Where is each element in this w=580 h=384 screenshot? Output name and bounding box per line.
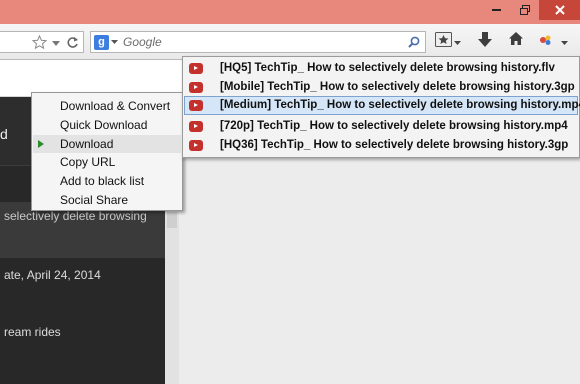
history-dropdown-icon[interactable] [52,41,60,46]
download-icon[interactable] [478,32,492,48]
extension-dropdown-icon[interactable] [561,41,568,45]
video-format-label: [Mobile] TechTip_ How to selectively del… [220,81,575,93]
search-icon[interactable] [408,36,420,48]
google-icon[interactable]: g [94,35,109,50]
close-button[interactable] [539,0,580,20]
engine-dropdown-icon[interactable] [111,40,118,44]
video-format-label: [Medium] TechTip_ How to selectively del… [220,99,580,111]
video-format-item-selected[interactable]: [Medium] TechTip_ How to selectively del… [184,96,580,115]
menu-item-label: Download [60,137,114,151]
menu-item-label: Download & Convert [60,99,171,113]
video-format-item[interactable]: [HQ36] TechTip_ How to selectively delet… [184,136,578,155]
video-format-label: [HQ5] TechTip_ How to selectively delete… [220,62,555,74]
minimize-button[interactable] [483,0,511,20]
search-bar[interactable]: g Google [90,31,426,53]
sidebar-header-text: d [0,126,8,142]
video-format-menu: [HQ5] TechTip_ How to selectively delete… [182,56,580,158]
menu-item-download-convert[interactable]: Download & Convert [33,97,181,115]
video-format-item[interactable]: [HQ5] TechTip_ How to selectively delete… [184,59,578,78]
menu-item-label: Add to black list [60,174,145,188]
search-placeholder: Google [123,35,162,49]
menu-item-label: Social Share [60,193,129,207]
download-context-menu: Download & Convert Quick Download Downlo… [31,92,183,211]
video-format-label: [720p] TechTip_ How to selectively delet… [220,120,568,132]
video-format-label: [HQ36] TechTip_ How to selectively delet… [220,139,569,151]
minimize-icon [492,9,501,11]
home-icon[interactable] [508,31,524,46]
menu-item-copy-url[interactable]: Copy URL [33,153,181,171]
restore-icon [519,5,530,15]
video-format-item[interactable]: [720p] TechTip_ How to selectively delet… [184,117,578,136]
close-icon [554,5,565,15]
extension-icon[interactable] [540,35,552,45]
youtube-icon [189,140,203,151]
bookmarks-dropdown-icon[interactable] [454,41,461,45]
video-format-item[interactable]: [Mobile] TechTip_ How to selectively del… [184,78,578,97]
bookmarks-icon[interactable] [435,32,452,47]
menu-item-download[interactable]: Download [33,135,181,153]
sidebar-item-text[interactable]: ream rides [4,325,61,339]
scrollbar-thumb[interactable] [167,212,177,228]
sidebar-item-date: ate, April 24, 2014 [4,268,101,282]
youtube-icon [189,63,203,74]
navigation-toolbar: g Google [0,24,580,60]
reload-icon[interactable] [66,36,79,49]
url-bar[interactable] [0,31,84,53]
youtube-icon [189,100,203,111]
menu-item-social-share[interactable]: Social Share [33,191,181,209]
title-bar [0,0,580,24]
bookmark-star-icon[interactable] [32,35,47,50]
menu-item-label: Copy URL [60,155,116,169]
menu-item-quick-download[interactable]: Quick Download [33,116,181,134]
menu-item-label: Quick Download [60,118,148,132]
youtube-icon [189,82,203,93]
restore-button[interactable] [511,0,539,20]
sidebar-item-title[interactable]: selectively delete browsing [4,209,147,223]
menu-item-add-to-black-list[interactable]: Add to black list [33,172,181,190]
youtube-icon [189,121,203,132]
submenu-arrow-icon [38,140,44,148]
